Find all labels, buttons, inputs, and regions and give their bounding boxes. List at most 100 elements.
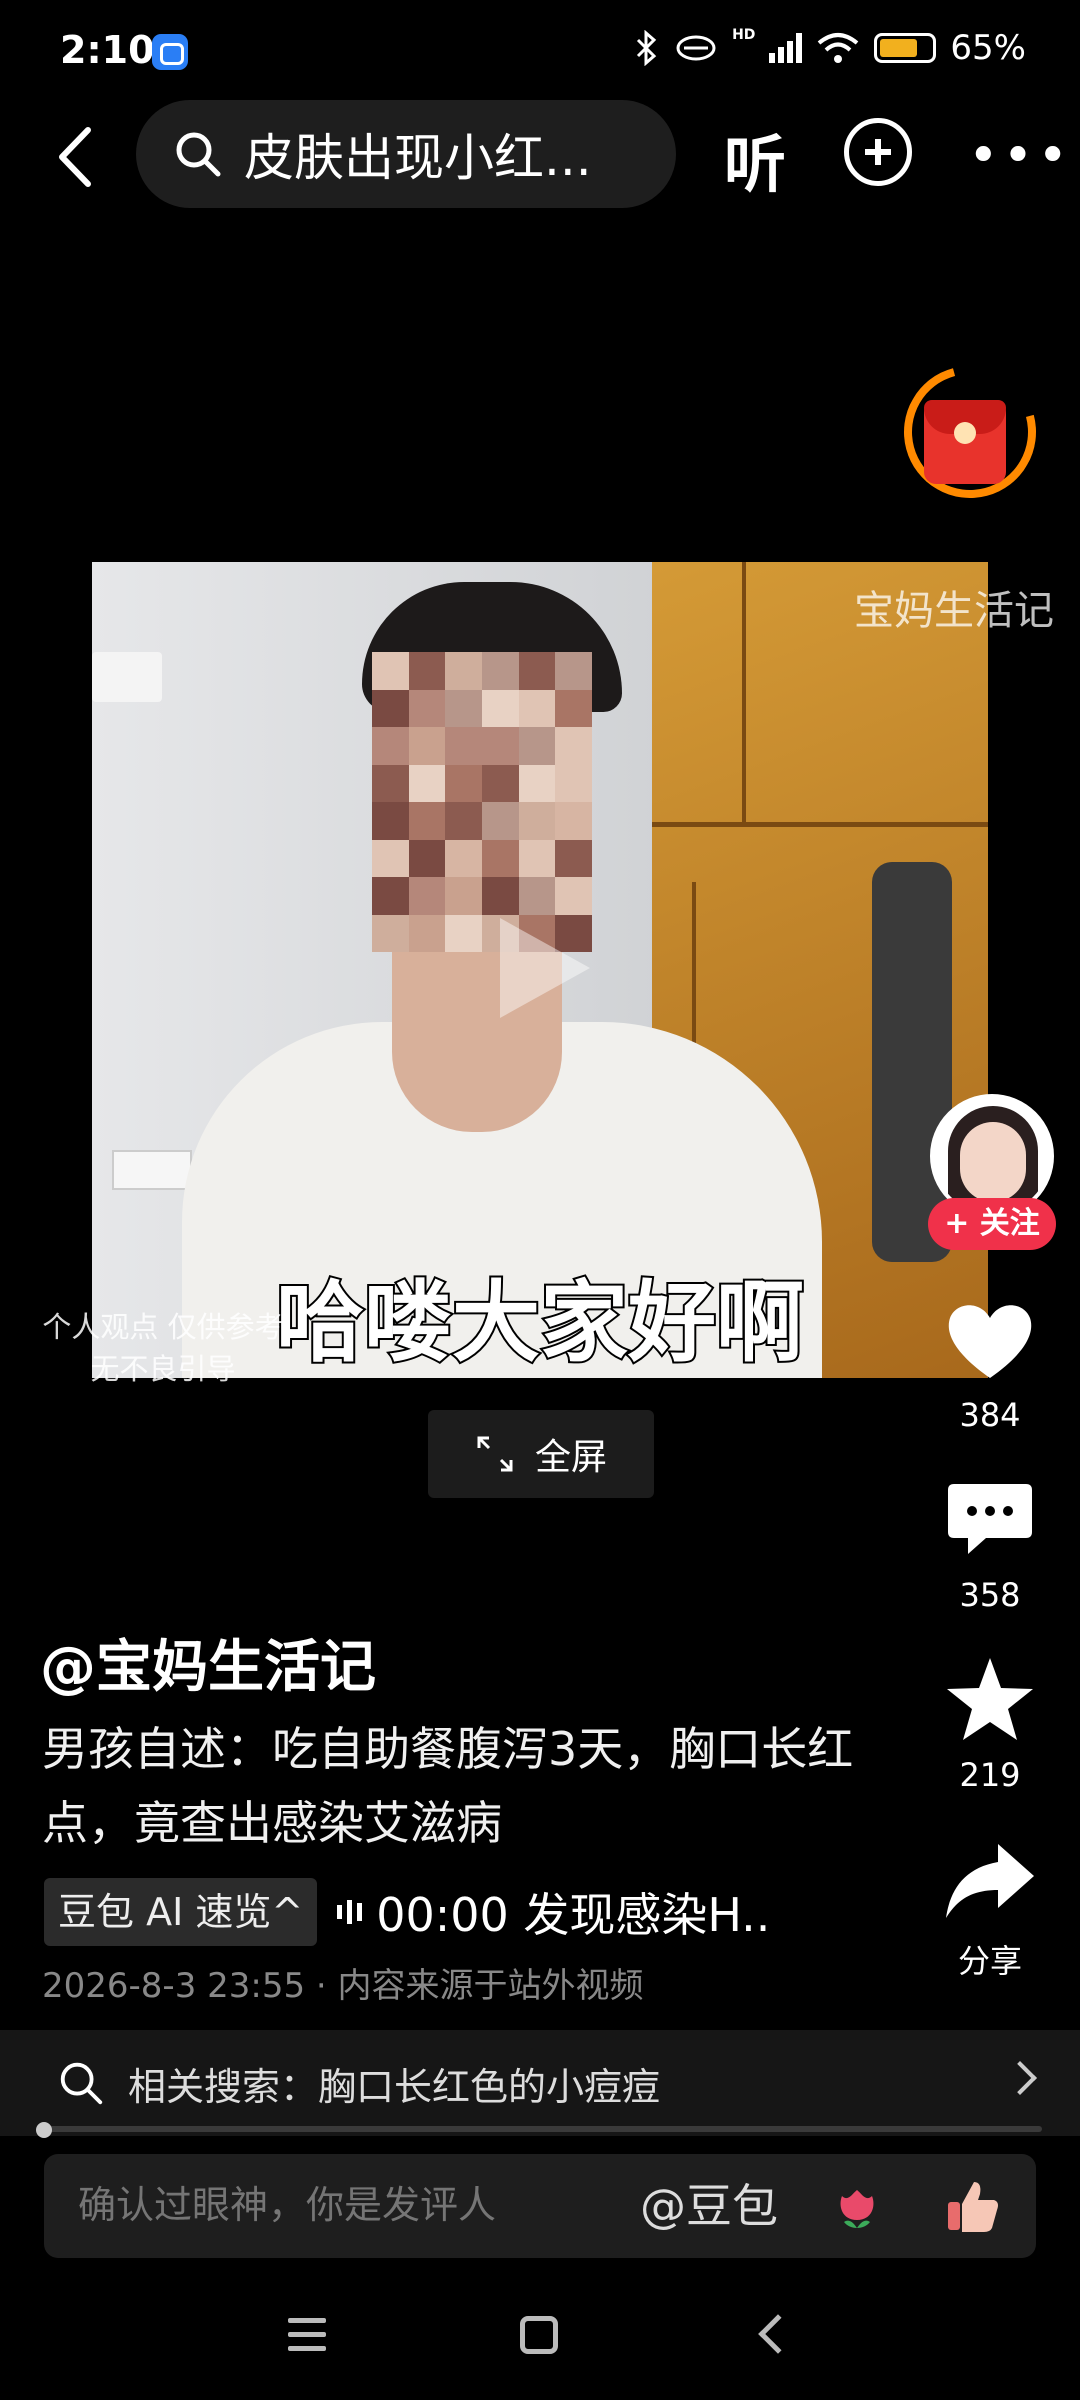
- mosaic-tile: [482, 689, 519, 727]
- mosaic-tile: [518, 877, 556, 915]
- mosaic-tile: [518, 802, 556, 840]
- status-time: 2:10: [60, 28, 155, 72]
- mosaic-tile: [482, 727, 519, 765]
- mosaic-tile: [408, 802, 446, 840]
- mosaic-tile: [372, 914, 409, 952]
- mosaic-tile: [408, 877, 446, 915]
- search-query: 皮肤出现小红...: [244, 129, 592, 187]
- mosaic-tile: [482, 764, 519, 802]
- mosaic-tile: [555, 764, 592, 802]
- post-description: 男孩自述：吃自助餐腹泻3天，胸口长红点，竟查出感染艾滋病: [42, 1722, 854, 1850]
- mosaic-tile: [408, 914, 446, 952]
- video-progress-bar[interactable]: [38, 2126, 1042, 2132]
- ai-summary-row[interactable]: 豆包 AI 速览^ 00:00 发现感染H..: [44, 1878, 806, 1946]
- rose-icon[interactable]: [830, 2180, 884, 2234]
- mosaic-tile: [372, 689, 409, 727]
- mosaic-tile: [445, 839, 482, 877]
- status-icons: HD 65%: [634, 28, 1026, 68]
- nav-back-icon[interactable]: [758, 2314, 798, 2354]
- mosaic-tile: [518, 764, 556, 802]
- post-meta: 2026-8-3 23:55 · 内容来源于站外视频: [42, 1966, 644, 2006]
- search-box[interactable]: 皮肤出现小红...: [136, 100, 676, 208]
- chevron-right-icon: [1003, 2061, 1037, 2095]
- listen-button[interactable]: 听: [724, 114, 786, 204]
- progress-handle[interactable]: [36, 2122, 52, 2138]
- nav-home-icon[interactable]: [520, 2316, 558, 2354]
- video-watermark: 宝妈生活记: [854, 588, 1054, 634]
- bluetooth-icon: [637, 30, 657, 66]
- mosaic-tile: [445, 689, 482, 727]
- nfc-icon: [676, 35, 716, 61]
- video-player[interactable]: 哈喽大家好啊: [92, 562, 988, 1378]
- favorite-count: 219: [959, 1756, 1021, 1794]
- fullscreen-button[interactable]: 全屏: [428, 1410, 654, 1498]
- search-icon: [176, 132, 221, 177]
- author-name[interactable]: @宝妈生活记: [40, 1622, 376, 1703]
- mosaic-tile: [408, 689, 446, 727]
- mosaic-tile: [555, 877, 592, 915]
- mosaic-tile: [555, 689, 592, 727]
- video-disclaimer: 个人观点 仅供参考 无不良引导: [42, 1310, 284, 1386]
- nav-menu-icon[interactable]: [288, 2318, 326, 2360]
- comment-bar: @豆包: [44, 2154, 1036, 2258]
- app-notification-icon: [152, 34, 188, 70]
- mosaic-tile: [482, 652, 519, 690]
- mosaic-tile: [518, 839, 556, 877]
- battery-icon: [874, 33, 937, 63]
- mosaic-tile: [408, 839, 446, 877]
- mosaic-tile: [408, 652, 446, 690]
- comment-input[interactable]: [78, 2154, 598, 2258]
- mention-doubao-button[interactable]: @豆包: [640, 2154, 778, 2258]
- mosaic-tile: [555, 727, 592, 765]
- ai-summary-text: 00:00 发现感染H..: [376, 1888, 771, 1942]
- fullscreen-label: 全屏: [534, 1437, 607, 1478]
- network-label: HD: [732, 27, 756, 43]
- mosaic-tile: [555, 839, 592, 877]
- ai-summary-chip[interactable]: 豆包 AI 速览^: [44, 1878, 318, 1946]
- red-envelope-icon[interactable]: [924, 400, 1006, 484]
- signal-icon: [769, 33, 803, 63]
- share-label: 分享: [957, 1942, 1022, 1980]
- mosaic-tile: [518, 727, 556, 765]
- add-icon[interactable]: [844, 118, 912, 186]
- star-icon[interactable]: [940, 1650, 1040, 1750]
- comment-count: 358: [959, 1576, 1021, 1614]
- more-icon[interactable]: •••: [968, 130, 1072, 182]
- heart-icon[interactable]: [940, 1290, 1040, 1390]
- mosaic-tile: [445, 914, 482, 952]
- wifi-icon: [818, 33, 859, 63]
- avatar-face: [960, 1122, 1026, 1202]
- related-search-text: 相关搜索：胸口长红色的小痘痘: [128, 2064, 661, 2109]
- video-ac-unit: [92, 652, 162, 702]
- cabinet-line: [652, 822, 988, 827]
- mosaic-tile: [445, 877, 482, 915]
- mosaic-tile: [372, 727, 409, 765]
- mosaic-tile: [555, 652, 592, 690]
- mosaic-tile: [372, 877, 409, 915]
- mosaic-tile: [372, 839, 409, 877]
- mosaic-tile: [408, 764, 446, 802]
- battery-percent: 65%: [950, 28, 1026, 68]
- cabinet-line: [742, 562, 746, 822]
- mosaic-tile: [555, 802, 592, 840]
- expand-icon: [477, 1436, 513, 1472]
- mosaic-tile: [482, 839, 519, 877]
- video-outlet: [112, 1150, 192, 1190]
- mosaic-tile: [518, 652, 556, 690]
- mosaic-tile: [372, 802, 409, 840]
- mosaic-tile: [445, 764, 482, 802]
- thumbs-up-icon[interactable]: [942, 2176, 1002, 2236]
- audio-wave-icon: [337, 1900, 363, 1924]
- share-icon[interactable]: [940, 1832, 1040, 1932]
- mosaic-tile: [445, 652, 482, 690]
- mosaic-tile: [445, 727, 482, 765]
- mosaic-tile: [372, 652, 409, 690]
- follow-button[interactable]: + 关注: [928, 1198, 1056, 1250]
- like-count: 384: [959, 1396, 1021, 1434]
- related-search-bar[interactable]: 相关搜索：胸口长红色的小痘痘: [0, 2030, 1080, 2136]
- search-icon: [60, 2062, 103, 2105]
- battery-level: [880, 39, 917, 57]
- comment-icon[interactable]: [940, 1470, 1040, 1570]
- play-icon[interactable]: [500, 918, 590, 1018]
- back-arrow-icon[interactable]: [48, 122, 108, 192]
